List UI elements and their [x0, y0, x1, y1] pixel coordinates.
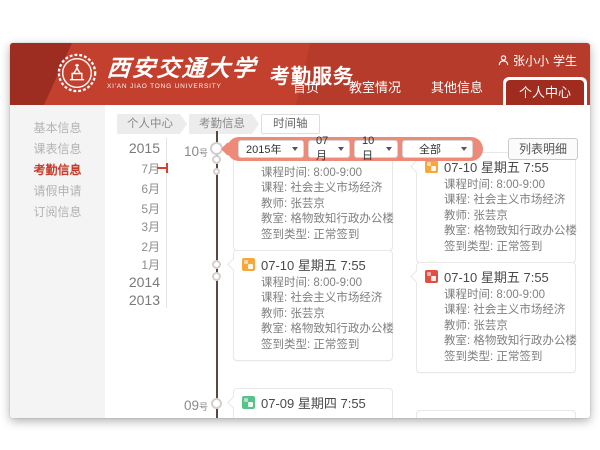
chevron-down-icon [338, 147, 344, 151]
timeline-month-jan[interactable]: 1月 [108, 256, 160, 273]
current-month-marker [157, 163, 168, 173]
user-name: 张小小 [513, 52, 549, 69]
timeline-dot [211, 398, 222, 409]
timeline-year-2015[interactable]: 2015 [108, 140, 160, 156]
sidebar-item-attendance-info[interactable]: 考勤信息 [10, 160, 105, 181]
timeline-month-jul[interactable]: 7月 [108, 160, 160, 177]
breadcrumb-attendance-info[interactable]: 考勤信息 [189, 114, 259, 134]
sidebar-item-leave-request[interactable]: 请假申请 [10, 181, 105, 202]
main-nav: 首页 教室情况 其他信息 个人中心 [278, 77, 590, 105]
calendar-status-icon [425, 160, 438, 173]
user-role: 学生 [553, 52, 577, 69]
card-tail [227, 396, 240, 409]
timeline-year-2014[interactable]: 2014 [108, 274, 160, 290]
breadcrumb-personal-center[interactable]: 个人中心 [117, 114, 187, 134]
sidebar-item-basic-info[interactable]: 基本信息 [10, 118, 105, 139]
sidebar: 基本信息 课表信息 考勤信息 请假申请 订阅信息 [10, 105, 105, 418]
nav-item-other-info[interactable]: 其他信息 [416, 77, 498, 96]
day-label-10: 10号 [170, 143, 208, 161]
university-name-en: XI'AN JIAO TONG UNIVERSITY [107, 83, 257, 90]
list-detail-button[interactable]: 列表明细 [508, 138, 578, 160]
attendance-card[interactable]: 07-09 星期四 7:55 [233, 388, 393, 418]
month-select[interactable]: 07月 [308, 140, 350, 158]
card-header: 07-09 星期四 7:55 [242, 394, 384, 410]
attendance-card[interactable]: 07-10 星期五 7:55 课程时间: 8:00-9:00 课程: 社会主义市… [233, 250, 393, 361]
filter-bar-tail [221, 142, 235, 156]
card-body: 课程时间: 8:00-9:00 课程: 社会主义市场经济 教师: 张芸京 教室:… [261, 166, 384, 243]
timeline-dot [213, 168, 220, 175]
card-tail [227, 258, 240, 271]
calendar-status-icon [425, 270, 438, 283]
university-logo-icon [56, 52, 98, 94]
user-info[interactable]: 张小小 学生 [498, 52, 577, 69]
card-header: 07-10 星期五 7:55 [242, 256, 384, 272]
type-select[interactable]: 全部 [402, 140, 473, 158]
chevron-down-icon [292, 147, 298, 151]
app-header: 西安交通大学 XI'AN JIAO TONG UNIVERSITY 考勤服务 张… [10, 43, 590, 105]
timeline-dot [212, 272, 221, 281]
sidebar-item-subscription-info[interactable]: 订阅信息 [10, 202, 105, 223]
year-select[interactable]: 2015年 [238, 140, 304, 158]
tab-personal-center[interactable]: 个人中心 [503, 77, 587, 105]
day-label-09: 09号 [170, 397, 208, 415]
card-body: 课程时间: 8:00-9:00 课程: 社会主义市场经济 教师: 张芸京 教室:… [444, 288, 567, 365]
nav-item-classrooms[interactable]: 教室情况 [334, 77, 416, 96]
breadcrumb-timeline[interactable]: 时间轴 [261, 114, 320, 134]
timeline-month-feb[interactable]: 2月 [108, 238, 160, 255]
tab-personal-center-label: 个人中心 [506, 80, 584, 105]
card-body: 课程时间: 8:00-9:00 课程: 社会主义市场经济 教师: 张芸京 教室:… [444, 178, 567, 255]
timeline-month-mar[interactable]: 3月 [108, 218, 160, 235]
attendance-card[interactable] [416, 410, 576, 418]
chevron-down-icon [461, 147, 467, 151]
page: 西安交通大学 XI'AN JIAO TONG UNIVERSITY 考勤服务 张… [0, 0, 600, 450]
attendance-card[interactable]: 07-10 星期五 7:55 课程时间: 8:00-9:00 课程: 社会主义市… [416, 262, 576, 373]
sidebar-item-schedule-info[interactable]: 课表信息 [10, 139, 105, 160]
university-name: 西安交通大学 [106, 56, 258, 82]
day-select[interactable]: 10日 [354, 140, 398, 158]
attendance-card[interactable]: 07-10 星期五 7:55 课程时间: 8:00-9:00 课程: 社会主义市… [416, 152, 576, 263]
timeline-month-may[interactable]: 5月 [108, 200, 160, 217]
timeline-dot [212, 260, 221, 269]
filter-bar: 2015年 07月 10日 全部 [227, 137, 483, 161]
app-window: 西安交通大学 XI'AN JIAO TONG UNIVERSITY 考勤服务 张… [10, 43, 590, 418]
card-tail [410, 160, 423, 173]
timeline-dot [212, 155, 221, 164]
card-tail [410, 270, 423, 283]
breadcrumb: 个人中心 考勤信息 时间轴 [117, 114, 322, 134]
nav-item-home[interactable]: 首页 [278, 77, 334, 96]
user-icon [498, 55, 509, 66]
calendar-status-icon [242, 396, 255, 409]
chevron-down-icon [386, 147, 392, 151]
timeline-month-jun[interactable]: 6月 [108, 180, 160, 197]
card-header: 07-10 星期五 7:55 [425, 268, 567, 284]
timeline-year-2013[interactable]: 2013 [108, 292, 160, 308]
card-body: 课程时间: 8:00-9:00 课程: 社会主义市场经济 教师: 张芸京 教室:… [261, 276, 384, 353]
calendar-status-icon [242, 258, 255, 271]
